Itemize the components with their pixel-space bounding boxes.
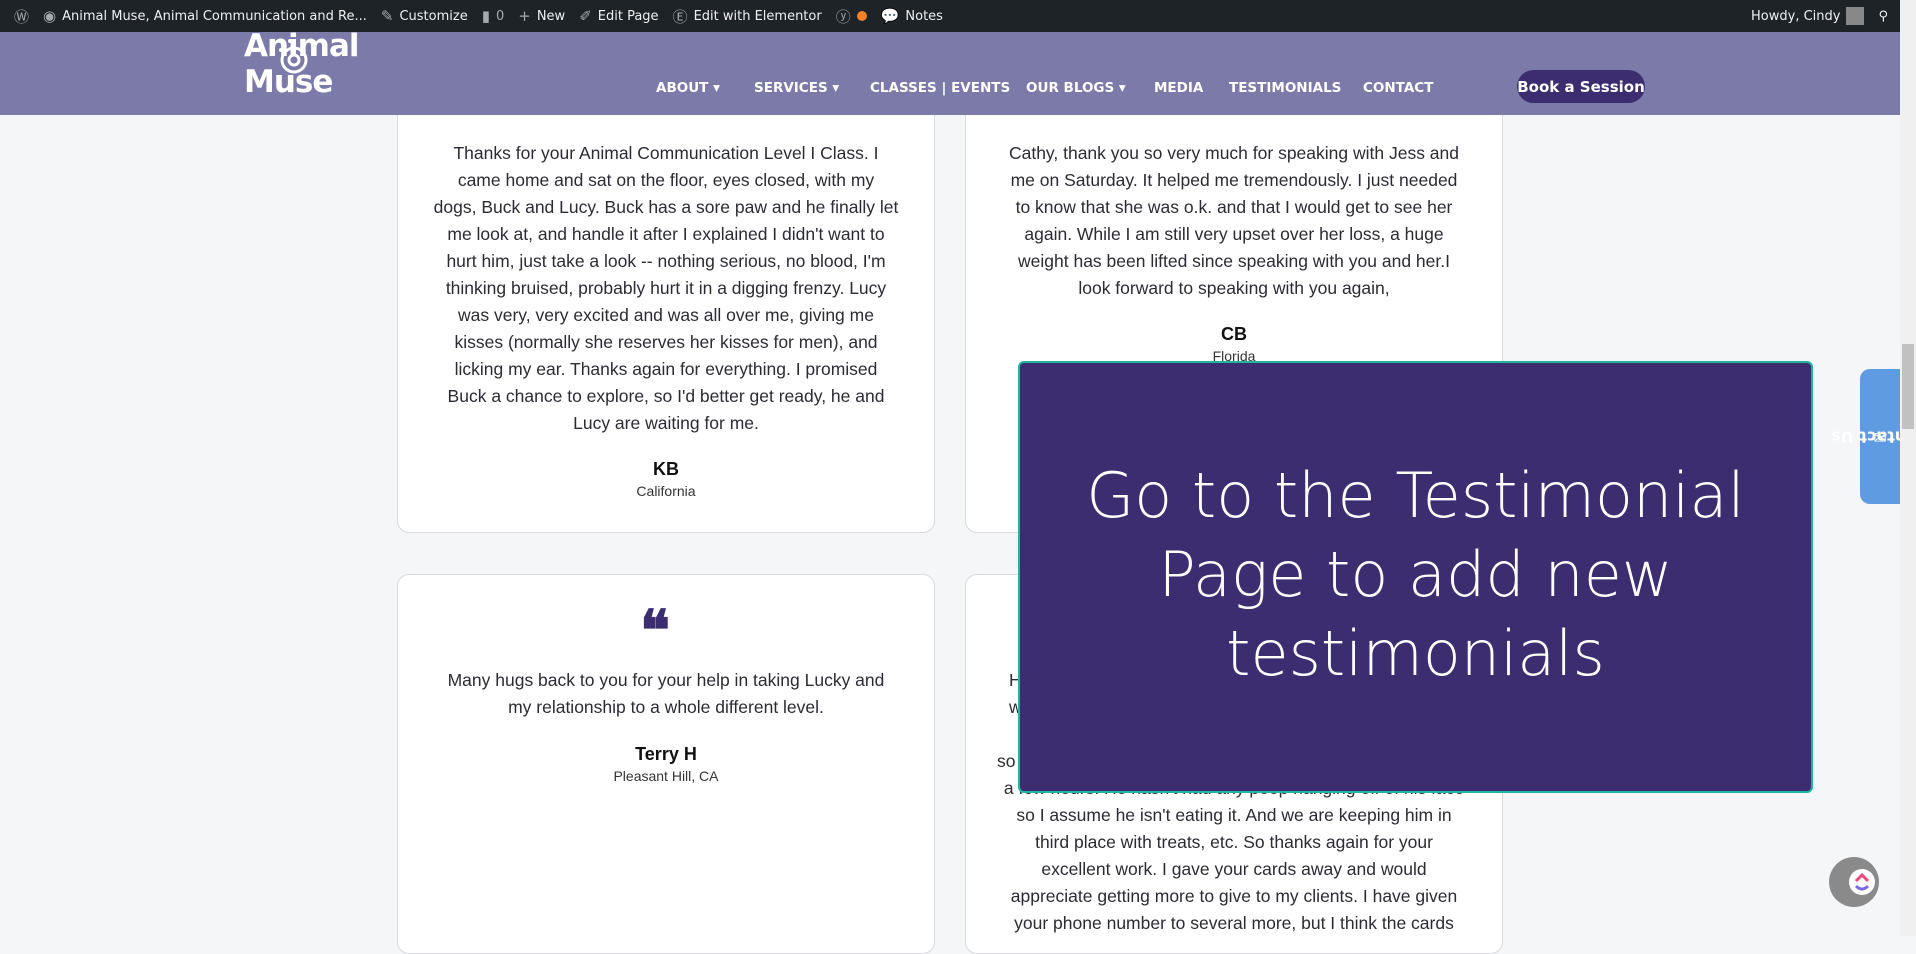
- testimonial-line: weight has been lifted since speaking wi…: [1018, 251, 1450, 271]
- testimonial-line: to know that she was o.k. and that I wou…: [1015, 197, 1453, 217]
- search-icon[interactable]: ⚲: [1878, 9, 1888, 24]
- nav-our-blogs[interactable]: OUR BLOGS ▾: [1026, 80, 1126, 96]
- contact-us-tab[interactable]: ✉ Contact Us: [1831, 369, 1916, 504]
- testimonial-line: Cathy, thank you so very much for speaki…: [1008, 143, 1460, 163]
- wordpress-logo-icon[interactable]: Ⓦ: [14, 6, 29, 27]
- notes-icon: 💬: [880, 7, 900, 25]
- testimonial-line: me look at, and handle it after I explai…: [447, 224, 885, 244]
- testimonial-name: CB: [1221, 324, 1247, 344]
- comments-link[interactable]: ▮ 0: [482, 7, 505, 25]
- testimonial-line: hurt him, just take a look -- nothing se…: [446, 251, 886, 271]
- testimonial-name: KB: [653, 459, 679, 479]
- testimonial-line: so I assume he isn't eating it. And we a…: [1016, 805, 1452, 825]
- scrollbar-thumb[interactable]: [1902, 344, 1914, 429]
- testimonial-line: Many hugs back to you for your help in t…: [447, 670, 885, 690]
- nav-testimonials[interactable]: TESTIMONIALS: [1229, 80, 1341, 96]
- site-name: Animal Muse, Animal Communication and Re…: [62, 8, 367, 24]
- nav-about[interactable]: ABOUT ▾: [656, 80, 720, 96]
- testimonial-line: was very, very excited and was all over …: [458, 305, 874, 325]
- logo-text: Animal Muse: [244, 28, 360, 100]
- testimonial-line: my relationship to a whole different lev…: [508, 697, 824, 717]
- new-label: New: [536, 8, 566, 24]
- testimonial-line: thinking bruised, probably hurt it in a …: [445, 278, 887, 298]
- edit-page-label: Edit Page: [597, 8, 659, 24]
- testimonial-location: Pleasant Hill, CA: [613, 768, 719, 784]
- testimonial-line: appreciate getting more to give to my cl…: [1010, 886, 1458, 906]
- testimonial-line: me on Saturday. It helped me tremendousl…: [1010, 170, 1458, 190]
- testimonial-line: Buck a chance to explore, so I'd better …: [447, 386, 885, 406]
- quote-icon: ❝: [640, 598, 671, 664]
- testimonial-notice-overlay: Go to the Testimonial Page to add new te…: [1018, 361, 1813, 793]
- testimonial-line: Thanks for your Animal Communication Lev…: [453, 143, 879, 163]
- testimonial-line: dogs, Buck and Lucy. Buck has a sore paw…: [433, 197, 899, 217]
- notes-link[interactable]: 💬 Notes: [881, 7, 943, 25]
- scrollbar[interactable]: [1900, 0, 1916, 936]
- customize-link[interactable]: ✎ Customize: [381, 7, 468, 25]
- testimonial-text: Thanks for your Animal Communication Lev…: [397, 140, 935, 437]
- testimonial-name: Terry H: [635, 744, 697, 764]
- nav-services[interactable]: SERVICES ▾: [754, 80, 839, 96]
- testimonial-line: Lucy are waiting for me.: [573, 413, 759, 433]
- status-dot-icon: [856, 11, 867, 21]
- avatar: [1846, 7, 1865, 25]
- pencil-icon: ✐: [579, 7, 592, 25]
- comment-icon: ▮: [481, 7, 490, 25]
- user-menu[interactable]: Howdy, Cindy: [1751, 7, 1865, 25]
- testimonial-location: California: [636, 483, 696, 499]
- notice-line: Go to the Testimonial: [1086, 459, 1745, 532]
- comments-count: 0: [495, 8, 505, 24]
- clickup-icon: [1849, 869, 1875, 895]
- nav-contact[interactable]: CONTACT: [1363, 80, 1433, 96]
- clickup-button[interactable]: [1829, 857, 1879, 907]
- customize-label: Customize: [399, 8, 468, 24]
- yoast-icon: ⓨ: [835, 7, 851, 26]
- testimonial-line: third place with treats, etc. So thanks …: [1035, 832, 1433, 852]
- dashboard-icon: ◉: [43, 7, 57, 25]
- testimonial-line: again. While I am still very upset over …: [1024, 224, 1444, 244]
- plus-icon: +: [518, 7, 531, 25]
- testimonial-line: excellent work. I gave your cards away a…: [1041, 859, 1427, 879]
- testimonial-line: kisses (normally she reserves her kisses…: [454, 332, 878, 352]
- edit-page-link[interactable]: ✐ Edit Page: [579, 7, 658, 25]
- howdy-label: Howdy, Cindy: [1751, 8, 1841, 24]
- book-session-button[interactable]: Book a Session: [1517, 70, 1645, 103]
- notes-label: Notes: [905, 8, 943, 24]
- yoast-link[interactable]: ⓨ: [836, 6, 867, 27]
- notice-line: testimonials: [1226, 617, 1605, 690]
- testimonial-line: look forward to speaking with you again,: [1078, 278, 1390, 298]
- elementor-icon: Ⓔ: [672, 7, 688, 26]
- testimonial-line: came home and sat on the floor, eyes clo…: [457, 170, 875, 190]
- elementor-link[interactable]: Ⓔ Edit with Elementor: [673, 6, 822, 27]
- site-name-link[interactable]: ◉ Animal Muse, Animal Communication and R…: [43, 7, 367, 25]
- nav-classes-events[interactable]: CLASSES | EVENTS: [870, 80, 1010, 96]
- elementor-label: Edit with Elementor: [693, 8, 822, 24]
- notice-line: Page to add new: [1158, 538, 1673, 611]
- testimonial-line: licking my ear. Thanks again for everyth…: [454, 359, 878, 379]
- testimonial-line: your phone number to several more, but I…: [1014, 913, 1454, 933]
- brush-icon: ✎: [380, 7, 394, 25]
- testimonial-text: Many hugs back to you for your help in t…: [397, 667, 935, 721]
- logo[interactable]: Animal Muse: [244, 28, 444, 100]
- testimonial-text: Cathy, thank you so very much for speaki…: [965, 140, 1503, 302]
- new-link[interactable]: + New: [518, 7, 565, 25]
- nav-media[interactable]: MEDIA: [1154, 80, 1203, 96]
